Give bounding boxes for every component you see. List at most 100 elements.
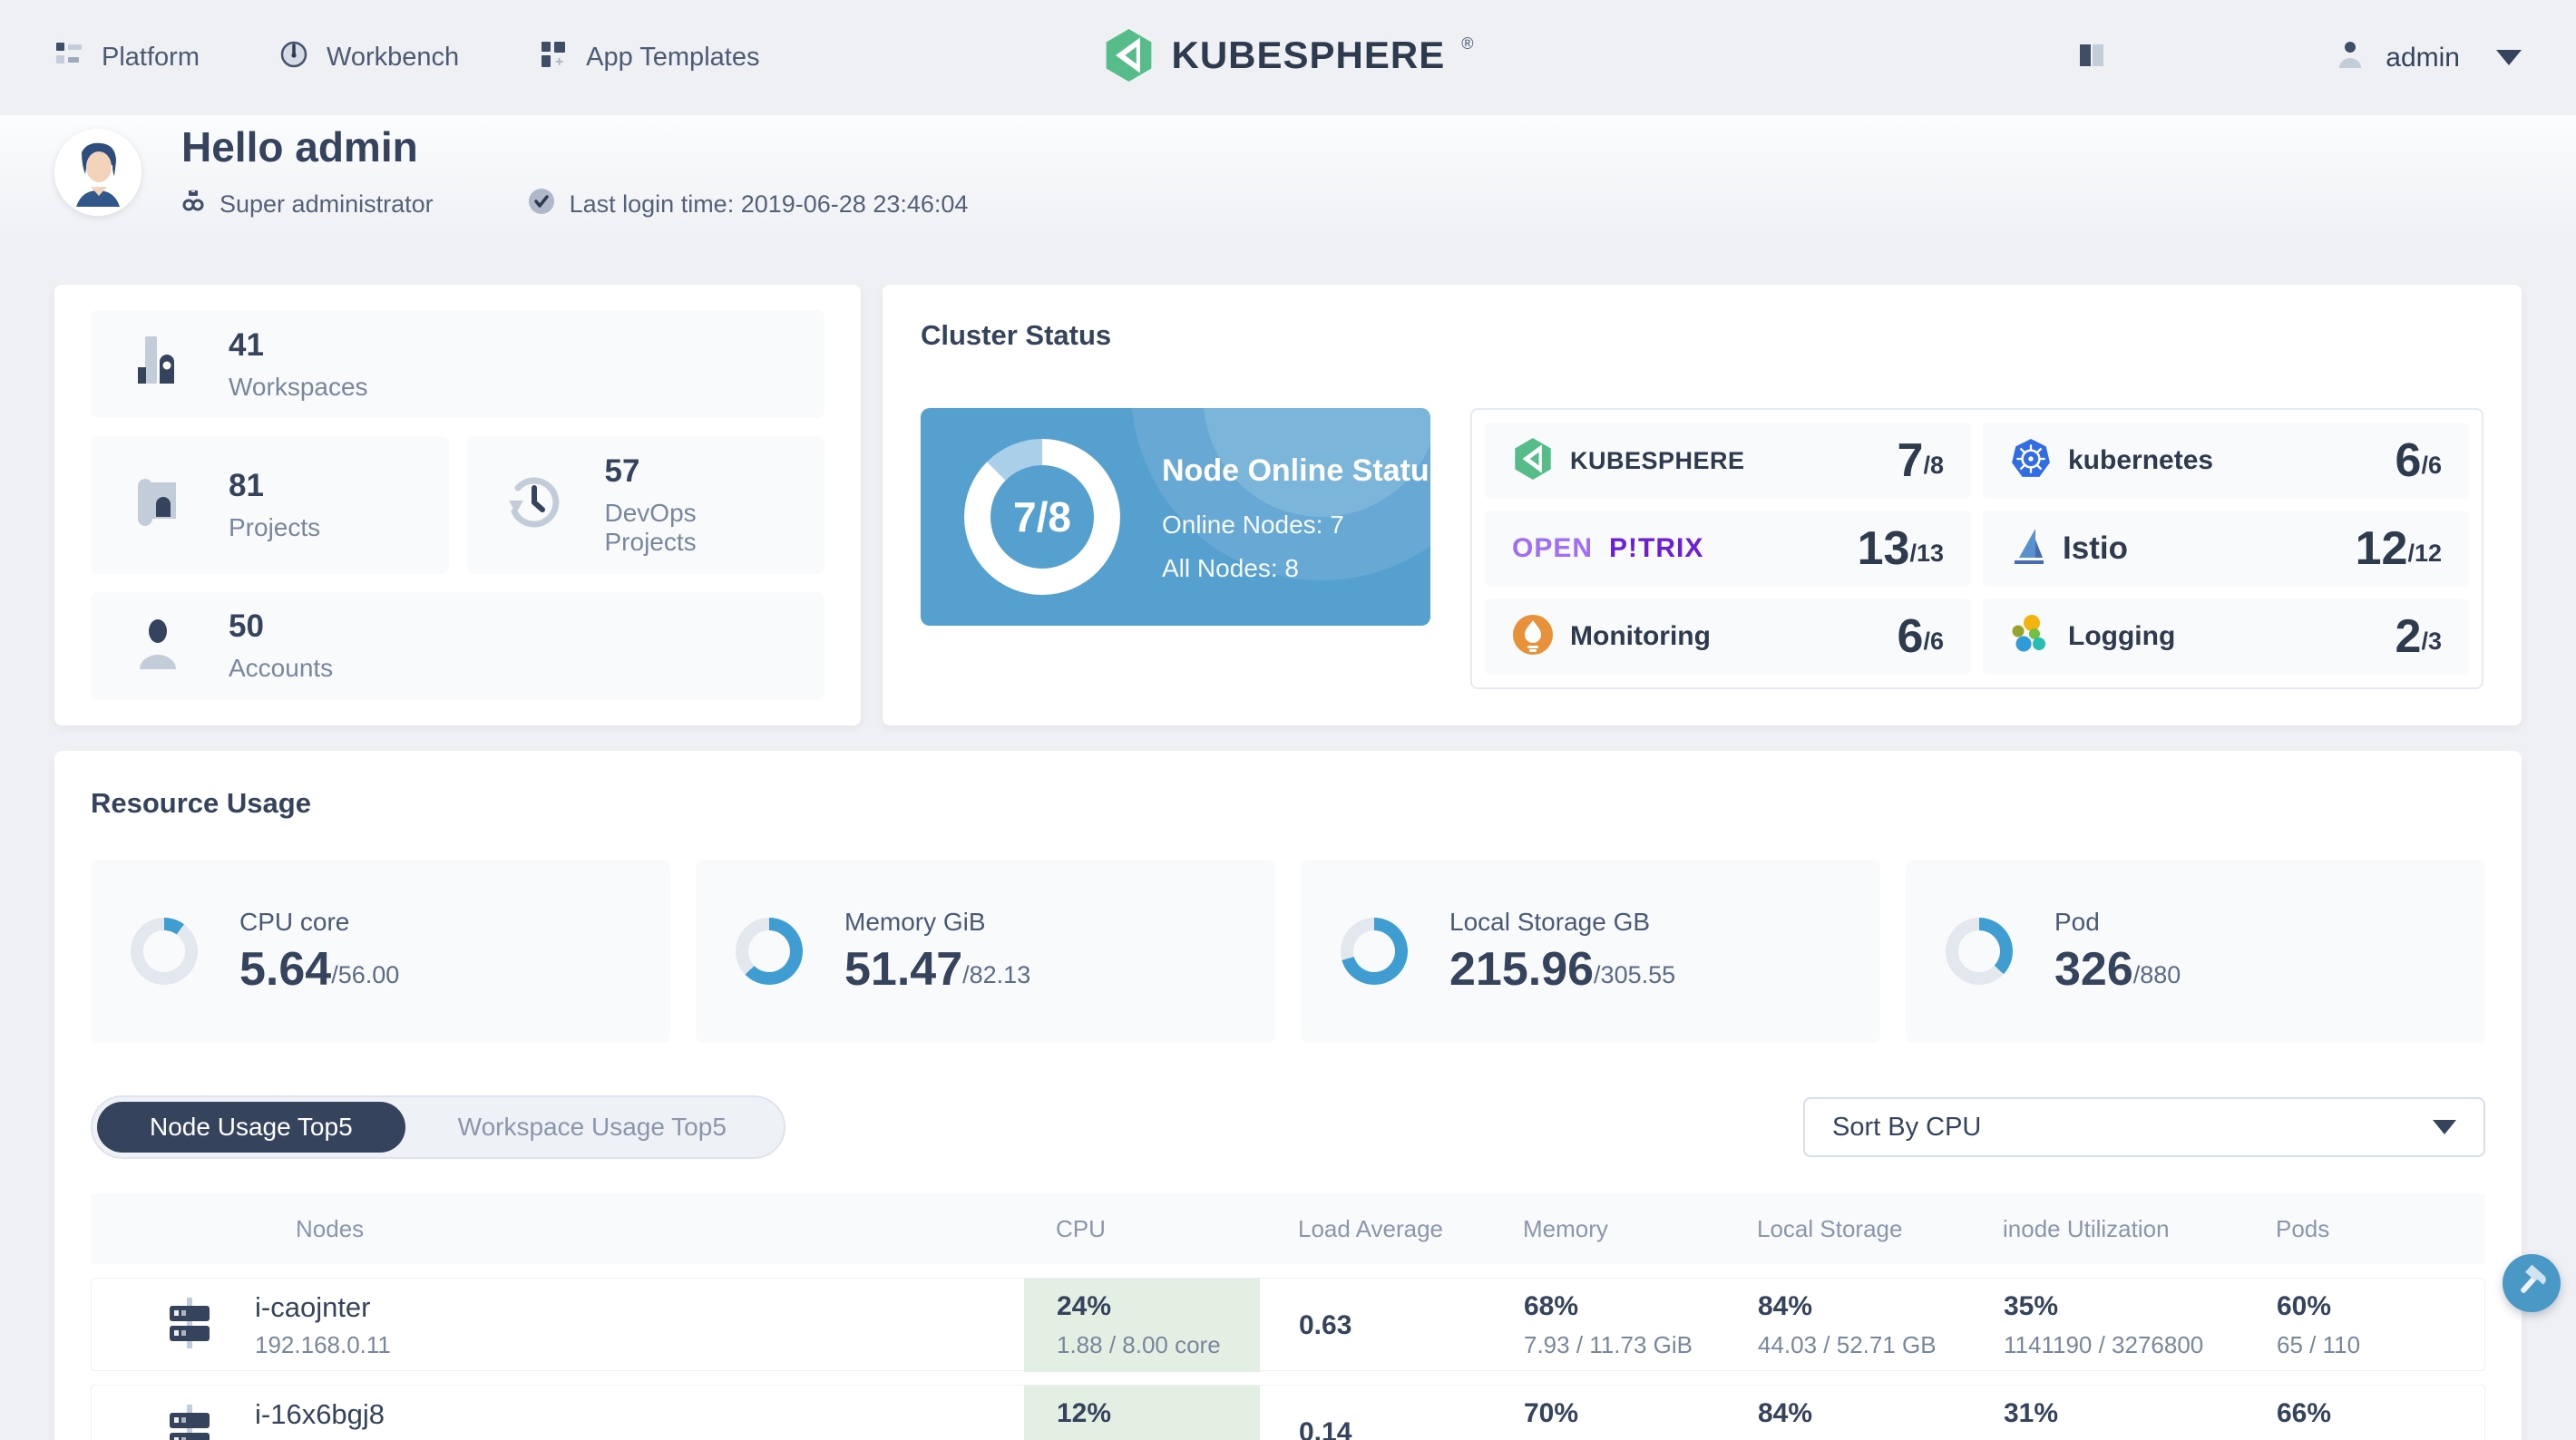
openpitrix-wordmark: OPEN P!TRIX [1512, 533, 1703, 564]
service-openpitrix: OPEN P!TRIX 13 /13 [1485, 511, 1971, 587]
stat-value: 41 [229, 326, 264, 363]
tab-workspace-usage-top5[interactable]: Workspace Usage Top5 [405, 1102, 779, 1153]
node-online-status-card: 7/8 Node Online Status Online Nodes: 7 A… [921, 408, 1430, 626]
memory-donut [736, 918, 803, 985]
service-value: 2 [2395, 610, 2422, 663]
logo-registered-mark: ® [1461, 34, 1474, 53]
toolbox-fab-button[interactable] [2503, 1254, 2561, 1312]
stat-tile-workspaces[interactable]: 41 Workspaces [91, 310, 825, 419]
overview-stats-card: 41 Workspaces 81 Projects 57 DevOps Proj… [54, 285, 861, 725]
svg-text:+: + [555, 54, 563, 69]
kubernetes-icon [2010, 438, 2052, 484]
service-name: kubernetes [2068, 445, 2214, 475]
service-monitoring: Monitoring 6 /6 [1485, 598, 1971, 675]
service-value: 7 [1897, 434, 1924, 487]
role-label: Super administrator [220, 190, 434, 218]
service-value: 6 [2395, 434, 2422, 487]
service-total: /12 [2407, 540, 2442, 567]
col-header-memory: Memory [1523, 1214, 1608, 1242]
node-usage-table: Nodes CPU Load Average Memory Local Stor… [91, 1193, 2485, 1440]
role-item: Super administrator [181, 190, 434, 219]
hammer-icon [2513, 1263, 2550, 1304]
gauge-label: Memory GiB [844, 908, 986, 936]
resource-gauges: CPU core 5.64 /56.00 Memory GiB 51.47 /8… [91, 860, 2485, 1043]
stat-text: 41 Workspaces [229, 327, 368, 402]
stat-text: 81 Projects [229, 468, 320, 542]
docs-book-icon[interactable] [2077, 42, 2108, 73]
table-row[interactable]: i-caojnter 192.168.0.11 24% 1.88 / 8.00 … [91, 1278, 2485, 1372]
nav-item-label: App Templates [586, 43, 760, 72]
col-header-cpu: CPU [1056, 1214, 1106, 1242]
usage-tabs: Node Usage Top5 Workspace Usage Top5 [91, 1095, 785, 1159]
user-menu[interactable]: admin [2335, 39, 2522, 76]
service-name: Logging [2068, 621, 2176, 651]
col-header-storage: Local Storage [1757, 1214, 1903, 1242]
service-istio: Istio 12 /12 [1983, 511, 2469, 587]
prometheus-icon [1512, 614, 1554, 660]
platform-icon [54, 40, 83, 76]
memory-detail: 7.93 / 11.73 GiB [1524, 1331, 1693, 1358]
stat-text: 50 Accounts [229, 608, 333, 683]
nav-right: admin [2077, 39, 2522, 76]
cpu-detail: 1.88 / 8.00 core [1057, 1331, 1221, 1358]
gauge-used: 5.64 [239, 943, 332, 996]
gauge-label: Local Storage GB [1449, 908, 1651, 936]
stat-tile-accounts[interactable]: 50 Accounts [91, 591, 825, 700]
node-name: i-caojnter [255, 1291, 371, 1323]
main-content: 41 Workspaces 81 Projects 57 DevOps Proj… [0, 285, 2576, 1440]
last-login-label: Last login time: 2019-06-28 23:46:04 [569, 190, 969, 218]
service-total: /3 [2421, 628, 2442, 655]
service-name: Istio [2063, 530, 2128, 566]
greeting-banner: Hello admin Super administrator Last log… [0, 115, 2576, 247]
sort-by-value: Sort By CPU [1832, 1112, 1982, 1142]
kubesphere-icon [1512, 437, 1554, 484]
service-value: 6 [1897, 610, 1924, 663]
nav-item-app-templates[interactable]: + App Templates [539, 40, 759, 76]
server-node-icon [164, 1298, 215, 1353]
pod-donut [1946, 918, 2013, 985]
node-online-title: Node Online Status [1162, 453, 1430, 488]
cluster-status-title: Cluster Status [921, 319, 1112, 351]
table-header-row: Nodes CPU Load Average Memory Local Stor… [91, 1193, 2485, 1264]
kubesphere-logo[interactable]: KUBESPHERE ® [1103, 29, 1474, 86]
greeting-title: Hello admin [181, 123, 418, 170]
load-average-value: 0.63 [1299, 1309, 1352, 1340]
check-circle-icon [528, 188, 555, 221]
cpu-donut [131, 918, 198, 985]
resource-usage-card: Resource Usage CPU core 5.64 /56.00 Memo… [54, 751, 2522, 1440]
stat-value: 81 [229, 467, 264, 503]
gauge-used: 326 [2054, 943, 2133, 996]
service-total: /8 [1923, 452, 1944, 479]
service-kubesphere: KUBESPHERE 7 /8 [1485, 423, 1971, 499]
kubesphere-logo-icon [1103, 29, 1156, 86]
service-name: Monitoring [1570, 621, 1711, 651]
sort-by-select[interactable]: Sort By CPU [1803, 1097, 2485, 1157]
nav-item-platform[interactable]: Platform [54, 40, 200, 76]
table-row[interactable]: i-16x6bgj8 192.168.0.14 12% 0.93 / 8.00 … [91, 1385, 2485, 1440]
service-total: /6 [2421, 452, 2442, 479]
stat-value: 57 [604, 452, 640, 489]
gauge-cpu: CPU core 5.64 /56.00 [91, 860, 670, 1043]
node-ip: 192.168.0.11 [255, 1331, 391, 1358]
col-header-load: Load Average [1298, 1214, 1443, 1242]
cluster-status-card: Cluster Status 7/8 Node Online Status On… [883, 285, 2522, 725]
gauge-memory: Memory GiB 51.47 /82.13 [696, 860, 1275, 1043]
logging-icon [2010, 614, 2052, 660]
col-header-pods: Pods [2276, 1214, 2330, 1242]
service-name-part: P!TRIX [1609, 533, 1704, 563]
tab-node-usage-top5[interactable]: Node Usage Top5 [97, 1102, 405, 1153]
chevron-down-icon [2433, 1120, 2456, 1134]
cpu-percent: 24% [1057, 1291, 1112, 1321]
table-controls: Node Usage Top5 Workspace Usage Top5 Sor… [91, 1095, 2485, 1159]
stat-label: Workspaces [229, 372, 368, 401]
stat-tile-projects[interactable]: 81 Projects [91, 436, 449, 574]
workspaces-icon [129, 333, 187, 395]
workbench-gauge-icon [279, 40, 308, 76]
stat-label: DevOps Projects [604, 498, 697, 556]
banner-meta: Super administrator Last login time: 201… [181, 188, 968, 221]
gauge-local-storage: Local Storage GB 215.96 /305.55 [1301, 860, 1880, 1043]
stat-tile-devops-projects[interactable]: 57 DevOps Projects [466, 436, 825, 574]
nav-item-workbench[interactable]: Workbench [279, 40, 459, 76]
inode-detail: 1141190 / 3276800 [2004, 1331, 2204, 1358]
logo-wordmark: KUBESPHERE [1171, 34, 1446, 76]
